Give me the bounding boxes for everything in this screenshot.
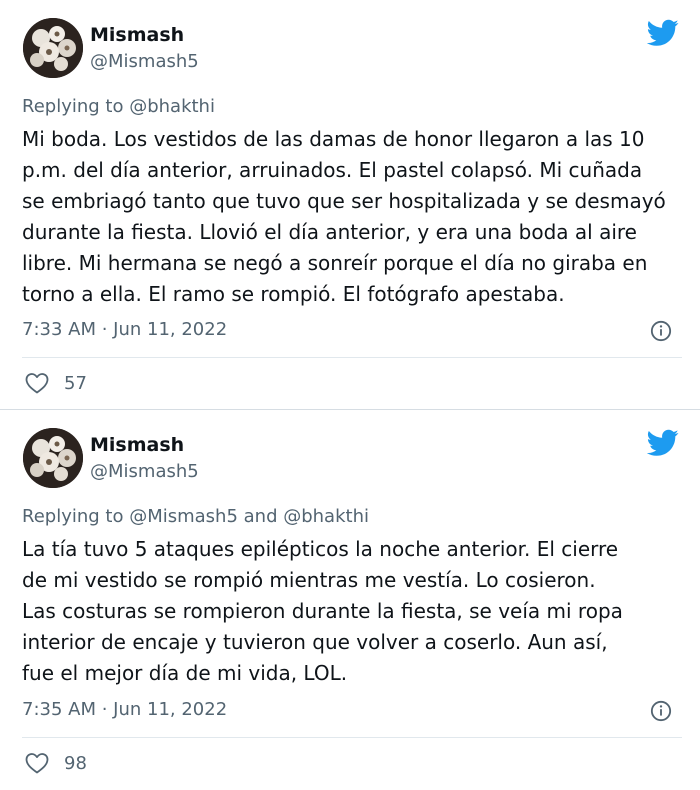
tweet-text-line: libre. Mi hermana se negó a sonreír porq… <box>22 251 648 275</box>
replying-to-label: Replying to <box>22 96 130 117</box>
tweet-text-line: Mi boda. Los vestidos de las damas de ho… <box>22 127 645 151</box>
tweet-text-line: interior de encaje y tuvieron que volver… <box>22 630 608 654</box>
replying-to-label: Replying to <box>22 506 130 527</box>
replying-to-targets[interactable]: @bhakthi <box>129 96 215 117</box>
tweet-text: Mi boda. Los vestidos de las damas de ho… <box>22 124 682 310</box>
divider <box>22 737 682 738</box>
tweet-card[interactable]: Mismash @Mismash5 Replying to @Mismash5 … <box>0 410 700 790</box>
info-icon[interactable] <box>650 700 672 722</box>
tweet-text-line: Las costuras se rompieron durante la fie… <box>22 599 623 623</box>
twitter-bird-icon[interactable] <box>647 429 679 457</box>
tweet-timestamp[interactable]: 7:33 AM · Jun 11, 2022 <box>22 319 227 340</box>
display-name[interactable]: Mismash <box>90 24 184 46</box>
heart-icon[interactable] <box>25 752 49 774</box>
replying-to: Replying to @Mismash5 and @bhakthi <box>22 506 369 527</box>
tweet-text: La tía tuvo 5 ataques epilépticos la noc… <box>22 534 682 689</box>
tweet-timestamp[interactable]: 7:35 AM · Jun 11, 2022 <box>22 699 227 720</box>
heart-icon[interactable] <box>25 372 49 394</box>
user-handle[interactable]: @Mismash5 <box>90 51 199 72</box>
replying-to-targets[interactable]: @Mismash5 and @bhakthi <box>129 506 369 527</box>
tweet-text-line: torno a ella. El ramo se rompió. El fotó… <box>22 282 565 306</box>
avatar[interactable] <box>23 18 83 78</box>
user-handle[interactable]: @Mismash5 <box>90 461 199 482</box>
info-icon[interactable] <box>650 320 672 342</box>
tweet-text-line: p.m. del día anterior, arruinados. El pa… <box>22 158 643 182</box>
tweet-card[interactable]: Mismash @Mismash5 Replying to @bhakthi M… <box>0 0 700 409</box>
like-count[interactable]: 57 <box>64 373 87 394</box>
twitter-bird-icon[interactable] <box>647 19 679 47</box>
replying-to: Replying to @bhakthi <box>22 96 215 117</box>
tweet-text-line: de mi vestido se rompió mientras me vest… <box>22 568 596 592</box>
divider <box>22 357 682 358</box>
display-name[interactable]: Mismash <box>90 434 184 456</box>
tweet-text-line: se embriagó tanto que tuvo que ser hospi… <box>22 189 666 213</box>
avatar[interactable] <box>23 428 83 488</box>
like-count[interactable]: 98 <box>64 753 87 774</box>
tweet-text-line: La tía tuvo 5 ataques epilépticos la noc… <box>22 537 619 561</box>
tweet-text-line: durante la fiesta. Llovió el día anterio… <box>22 220 637 244</box>
tweet-text-line: fue el mejor día de mi vida, LOL. <box>22 661 348 685</box>
